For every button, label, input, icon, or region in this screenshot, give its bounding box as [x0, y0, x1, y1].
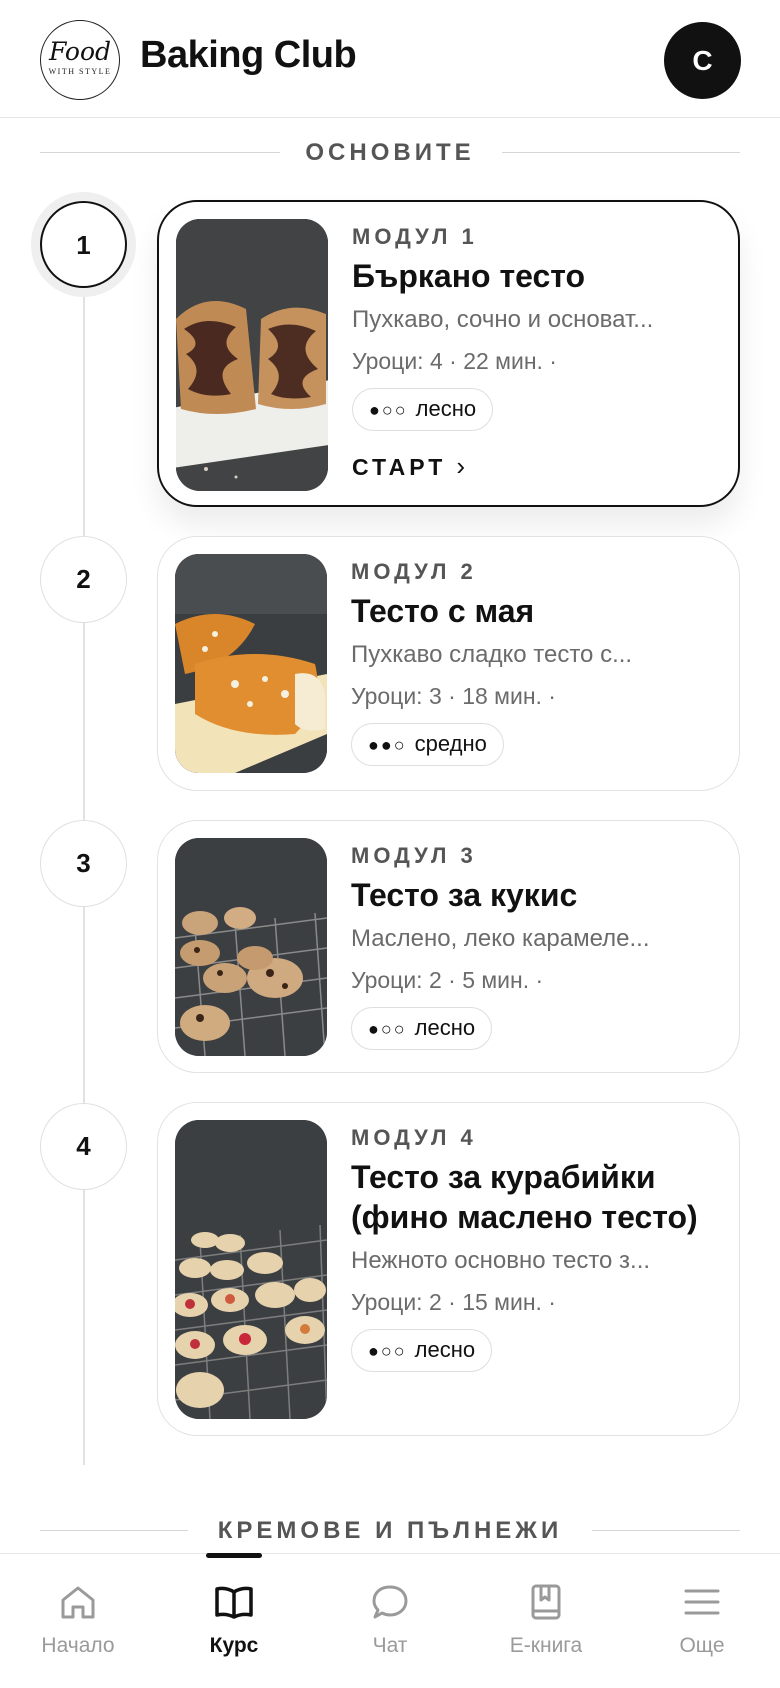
module-info: МОДУЛ 1 Бъркано тесто Пухкаво, сочно и о… — [352, 224, 722, 481]
module-label: МОДУЛ 2 — [351, 559, 477, 584]
section-title: КРЕМОВЕ И ПЪЛНЕЖИ — [217, 1517, 563, 1544]
step-marker-3: 3 — [40, 820, 127, 907]
module-info: МОДУЛ 4 Тесто за курабийки (фино маслено… — [351, 1125, 721, 1372]
nav-label: Още — [679, 1634, 725, 1657]
section-heading-creams: КРЕМОВЕ И ПЪЛНЕЖИ — [40, 1511, 740, 1551]
module-description: Пухкаво сладко тесто с... — [351, 641, 633, 668]
app-header: Food WITH STYLE Baking Club C — [0, 0, 780, 118]
module-meta: Уроци: 3 · 18 мин. · — [351, 683, 556, 709]
module-card-3[interactable]: МОДУЛ 3 Тесто за кукис Маслено, леко кар… — [157, 820, 740, 1073]
difficulty-dots-icon: ●○○ — [369, 400, 408, 420]
nav-item-ebook[interactable]: Е-книга — [468, 1554, 624, 1688]
book-open-icon — [215, 1586, 253, 1619]
logo-script-text: Food — [48, 37, 112, 66]
module-meta: Уроци: 2 · 5 мин. · — [351, 967, 544, 993]
difficulty-badge: ●○○ лесно — [351, 1329, 493, 1372]
food-with-style-logo[interactable]: Food WITH STYLE — [40, 20, 120, 100]
module-title: Тесто за кукис — [351, 877, 578, 913]
module-label: МОДУЛ 4 — [351, 1125, 477, 1150]
module-title: Тесто за курабийки (фино маслено тесто) — [351, 1159, 698, 1235]
start-button[interactable]: СТАРТ › — [352, 451, 722, 481]
module-description: Пухкаво, сочно и основат... — [352, 306, 654, 333]
difficulty-text: лесно — [414, 1015, 476, 1040]
chat-bubble-icon — [372, 1585, 408, 1619]
nav-label: Курс — [209, 1634, 259, 1657]
module-label: МОДУЛ 1 — [352, 224, 478, 249]
module-description: Маслено, леко карамеле... — [351, 925, 650, 952]
nav-label: Чат — [372, 1634, 408, 1657]
difficulty-text: лесно — [414, 1337, 476, 1362]
logo-sub-text: WITH STYLE — [48, 67, 112, 76]
module-label: МОДУЛ 3 — [351, 843, 477, 868]
nav-item-course[interactable]: Курс — [156, 1554, 312, 1688]
section-title: ОСНОВИТЕ — [305, 139, 475, 166]
module-info: МОДУЛ 2 Тесто с мая Пухкаво сладко тесто… — [351, 559, 721, 766]
menu-icon — [684, 1589, 720, 1615]
module-card-2[interactable]: МОДУЛ 2 Тесто с мая Пухкаво сладко тесто… — [157, 536, 740, 791]
module-title: Бъркано тесто — [352, 258, 586, 294]
chevron-right-icon: › — [456, 451, 466, 481]
difficulty-badge: ●○○ лесно — [351, 1007, 493, 1050]
difficulty-text: средно — [414, 731, 487, 756]
home-icon — [61, 1586, 95, 1619]
module-card-4[interactable]: МОДУЛ 4 Тесто за курабийки (фино маслено… — [157, 1102, 740, 1436]
bottom-navigation: Начало Курс Чат Е-книга Още — [0, 1553, 780, 1688]
module-card-1[interactable]: МОДУЛ 1 Бъркано тесто Пухкаво, сочно и о… — [157, 200, 740, 507]
brioche-braid-image — [175, 554, 327, 773]
app-title: Baking Club — [140, 34, 357, 76]
module-description: Нежното основно тесто з... — [351, 1247, 651, 1274]
module-meta: Уроци: 2 · 15 мин. · — [351, 1289, 556, 1315]
nav-label: Е-книга — [509, 1634, 583, 1657]
difficulty-badge: ●○○ лесно — [352, 388, 494, 431]
difficulty-text: лесно — [415, 396, 477, 421]
difficulty-dots-icon: ●○○ — [368, 1341, 407, 1361]
difficulty-dots-icon: ●●○ — [368, 735, 407, 755]
module-info: МОДУЛ 3 Тесто за кукис Маслено, леко кар… — [351, 843, 721, 1050]
step-marker-2: 2 — [40, 536, 127, 623]
nav-item-more[interactable]: Още — [624, 1554, 780, 1688]
difficulty-badge: ●●○ средно — [351, 723, 504, 766]
start-label: СТАРТ — [352, 454, 447, 480]
module-meta: Уроци: 4 · 22 мин. · — [352, 348, 557, 374]
user-avatar[interactable]: C — [664, 22, 741, 99]
section-heading-basics: ОСНОВИТЕ — [40, 133, 740, 173]
step-marker-4: 4 — [40, 1103, 127, 1190]
nav-item-home[interactable]: Начало — [0, 1554, 156, 1688]
cookies-on-rack-image — [175, 838, 327, 1056]
nav-label: Начало — [41, 1634, 115, 1657]
module-title: Тесто с мая — [351, 593, 535, 629]
marble-cake-image — [176, 219, 328, 491]
difficulty-dots-icon: ●○○ — [368, 1019, 407, 1039]
nav-item-chat[interactable]: Чат — [312, 1554, 468, 1688]
active-tab-indicator — [206, 1553, 262, 1558]
thumbprint-cookies-image — [175, 1120, 327, 1419]
ebook-icon — [531, 1584, 561, 1620]
step-marker-1: 1 — [40, 201, 127, 288]
